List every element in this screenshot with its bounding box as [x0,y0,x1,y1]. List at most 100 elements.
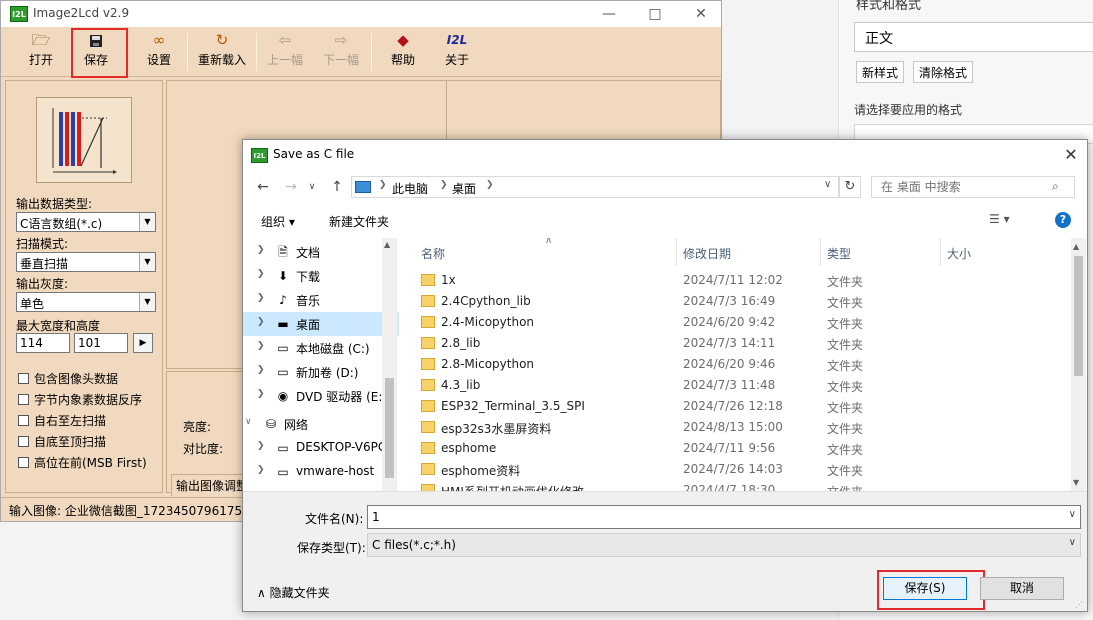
open-button[interactable]: 🗁 打开 [21,29,61,73]
breadcrumb-this-pc[interactable]: 此电脑 [392,180,428,197]
nav-item[interactable]: ∨ ⛁ 网络 [243,412,399,436]
chevron-down-icon[interactable]: ∨ [1069,509,1076,520]
file-row[interactable]: 2.4Cpython_lib 2024/7/3 16:49 文件夹 [415,291,1055,312]
clear-format-button[interactable]: 清除格式 [913,61,974,83]
expand-chevron-icon[interactable]: ❯ [257,389,265,399]
hide-folders-toggle[interactable]: ∧ 隐藏文件夹 [257,584,330,601]
folder-icon [421,337,435,349]
column-header-type[interactable]: 类型 [821,238,941,266]
about-button[interactable]: I2L 关于 [437,29,477,73]
chevron-down-icon[interactable]: ∨ [824,179,831,190]
file-row[interactable]: esphome 2024/7/11 9:56 文件夹 [415,438,1055,459]
help-icon[interactable]: ? [1055,212,1071,228]
expand-chevron-icon[interactable]: ❯ [257,465,265,475]
next-image-button[interactable]: ⇨ 下一幅 [319,29,363,73]
checkbox-reverse-pixels[interactable]: 字节内象素数据反序 [18,391,142,408]
column-header-size[interactable]: 大小 [941,238,1053,266]
settings-panel: 输出数据类型: C语言数组(*.c) ▼ 扫描模式: 垂直扫描 ▼ 输出灰度: … [5,80,163,493]
forward-arrow-icon[interactable]: → [281,178,301,196]
checkbox-include-header[interactable]: 包含图像头数据 [18,370,118,387]
nav-item[interactable]: ❯ ▭ 本地磁盘 (C:) [243,336,399,360]
save-highlight-box [71,28,128,78]
history-chevron-icon[interactable]: ∨ [305,178,319,196]
file-row[interactable]: 2.4-Micopython 2024/6/20 9:42 文件夹 [415,312,1055,333]
file-row[interactable]: 2.8_lib 2024/7/3 14:11 文件夹 [415,333,1055,354]
new-folder-button[interactable]: 新建文件夹 [329,213,389,230]
prev-image-button[interactable]: ⇦ 上一幅 [263,29,307,73]
app-titlebar: I2L Image2Lcd v2.9 — □ ✕ [1,1,721,27]
breadcrumb-desktop[interactable]: 桌面 [452,180,476,197]
search-input[interactable] [873,178,1049,196]
close-icon[interactable]: ✕ [678,3,724,25]
chevron-down-icon: ▼ [139,253,155,271]
nav-item[interactable]: ❯ ♪ 音乐 [243,288,399,312]
expand-chevron-icon[interactable]: ❯ [257,341,265,351]
expand-chevron-icon[interactable]: ∨ [245,417,252,427]
help-toolbar-button[interactable]: ◆ 帮助 [383,29,423,73]
file-list-scrollbar[interactable]: ▲ ▼ [1071,238,1086,491]
file-row[interactable]: 2.8-Micopython 2024/6/20 9:46 文件夹 [415,354,1055,375]
expand-chevron-icon[interactable]: ❯ [257,441,265,451]
nav-scrollbar[interactable]: ▲ [382,238,397,491]
reload-button[interactable]: ↻ 重新载入 [194,29,250,73]
expand-chevron-icon[interactable]: ❯ [257,365,265,375]
expand-chevron-icon[interactable]: ❯ [257,317,265,327]
column-header-date[interactable]: 修改日期 [677,238,821,266]
column-header-name[interactable]: 名称 ∧ [415,238,677,266]
expand-chevron-icon[interactable]: ❯ [257,269,265,279]
cancel-button[interactable]: 取消 [980,577,1064,600]
size-label: 最大宽度和高度 [16,319,101,333]
tab-output-adjust[interactable]: 输出图像调整 [171,474,254,496]
save-button[interactable]: 保存(S) [883,577,967,600]
expand-chevron-icon[interactable]: ❯ [257,245,265,255]
back-arrow-icon[interactable]: ← [253,178,273,196]
file-row[interactable]: HMI系列开机动画优化修改 2024/4/7 18:30 文件夹 [415,480,1055,491]
minimize-icon[interactable]: — [586,3,632,25]
organize-button[interactable]: 组织 ▾ [261,213,295,230]
nav-item[interactable]: ❯ ▬ 桌面 [243,312,399,336]
gray-select[interactable]: 单色 ▼ [16,292,156,312]
current-style-box[interactable]: 正文 [854,22,1093,52]
view-options-icon[interactable]: ☰ ▾ [989,212,1010,226]
max-height-input[interactable]: 101 [74,333,128,353]
file-row[interactable]: esp32s3水墨屏资料 2024/8/13 15:00 文件夹 [415,417,1055,438]
scroll-up-icon[interactable]: ▲ [1073,242,1079,251]
scan-mode-select[interactable]: 垂直扫描 ▼ [16,252,156,272]
checkbox-bottom-to-top[interactable]: 自底至顶扫描 [18,433,106,450]
file-row[interactable]: esphome资料 2024/7/26 14:03 文件夹 [415,459,1055,480]
nav-item[interactable]: ❯ 🗎 文档 [243,240,399,264]
app-title: Image2Lcd v2.9 [33,6,130,20]
filetype-select[interactable]: C files(*.c;*.h) ∨ [367,533,1081,557]
nav-item[interactable]: ❯ ⬇ 下载 [243,264,399,288]
max-width-input[interactable]: 114 [16,333,70,353]
new-style-button[interactable]: 新样式 [856,61,905,83]
maximize-icon[interactable]: □ [632,3,678,25]
nav-item[interactable]: ❯ ▭ 新加卷 (D:) [243,360,399,384]
refresh-icon[interactable]: ↻ [839,176,861,198]
apply-size-button[interactable]: ▶ [133,333,153,353]
address-bar[interactable]: ❯ 此电脑 ❯ 桌面 ❯ ∨ [351,176,839,198]
nav-item[interactable]: ❯ ▭ vmware-host [243,460,399,484]
checkbox-right-to-left[interactable]: 自右至左扫描 [18,412,106,429]
chevron-right-icon: ❯ [486,180,494,190]
nav-scrollbar-thumb[interactable] [385,378,394,478]
file-row[interactable]: 4.3_lib 2024/7/3 11:48 文件夹 [415,375,1055,396]
filename-input[interactable]: 1 ∨ [367,505,1081,529]
scan-mode-icon [36,97,132,183]
nav-item[interactable]: ❯ ◉ DVD 驱动器 (E:) [243,384,399,408]
expand-chevron-icon[interactable]: ❯ [257,293,265,303]
toolbar-separator [371,33,372,71]
nav-item[interactable]: ❯ ▭ DESKTOP-V6PC [243,436,399,460]
scroll-up-icon[interactable]: ▲ [384,240,390,249]
resize-grip-icon[interactable]: ⋰ [1075,600,1083,609]
up-arrow-icon[interactable]: ↑ [327,178,347,196]
output-type-select[interactable]: C语言数组(*.c) ▼ [16,212,156,232]
scroll-down-icon[interactable]: ▼ [1073,478,1079,487]
file-row[interactable]: 1x 2024/7/11 12:02 文件夹 [415,270,1055,291]
search-box[interactable]: ⌕ [871,176,1075,198]
file-list-scrollbar-thumb[interactable] [1074,256,1083,376]
settings-button[interactable]: ∞ 设置 [139,29,179,73]
checkbox-msb-first[interactable]: 高位在前(MSB First) [18,454,147,471]
close-icon[interactable]: ✕ [1059,144,1083,166]
file-row[interactable]: ESP32_Terminal_3.5_SPI 2024/7/26 12:18 文件夹 [415,396,1055,417]
